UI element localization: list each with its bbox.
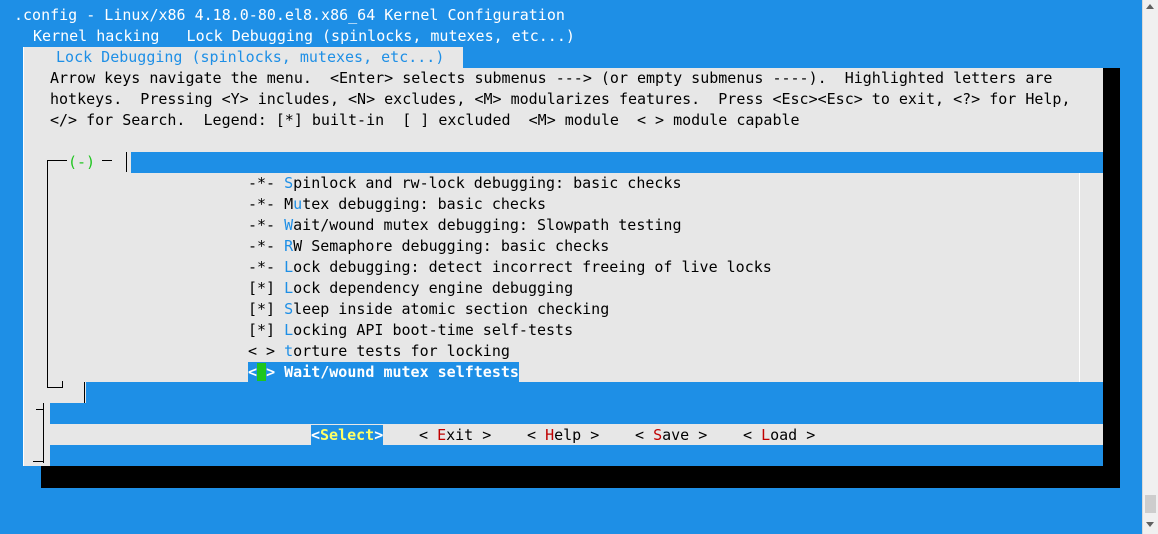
scroll-down-icon[interactable] <box>1146 522 1154 527</box>
help-button[interactable]: < Help > <box>527 425 599 446</box>
menu-box-border <box>84 382 85 403</box>
window-scrollbar[interactable] <box>1142 0 1158 534</box>
scroll-up-icon[interactable] <box>1146 4 1154 9</box>
menu-item[interactable]: -*- Spinlock and rw-lock debugging: basi… <box>248 173 681 194</box>
item-label: ait/wound mutex debugging: Slowpath test… <box>293 216 682 234</box>
dialog-border <box>33 461 44 462</box>
help-line-2: hotkeys. Pressing <Y> includes, <N> excl… <box>50 90 1071 108</box>
button-hotkey: L <box>761 426 771 444</box>
item-bracket: < <box>248 363 258 381</box>
item-hotkey: R <box>284 237 294 255</box>
scroll-indicator: (-) <box>68 153 96 171</box>
dialog-title-bar-fill <box>463 47 1103 68</box>
menu-item[interactable]: -*- Wait/wound mutex debugging: Slowpath… <box>248 215 681 236</box>
item-state: [*] <box>248 321 285 339</box>
menu-item[interactable]: -*- RW Semaphore debugging: basic checks <box>248 236 609 257</box>
dialog-title: Lock Debugging (spinlocks, mutexes, etc.… <box>47 48 454 66</box>
menu-item[interactable]: < > torture tests for locking <box>248 341 510 362</box>
dialog-border <box>36 409 44 410</box>
help-line-1: Arrow keys navigate the menu. <Enter> se… <box>50 69 1053 87</box>
item-hotkey: t <box>284 342 294 360</box>
item-hotkey: u <box>293 195 303 213</box>
menu-bottom-band <box>86 382 1103 403</box>
item-label: ocking API boot-time self-tests <box>293 321 574 339</box>
item-state: -*- M <box>248 195 294 213</box>
selection-cursor <box>257 363 267 381</box>
menu-box-border <box>62 381 63 388</box>
item-state: < > <box>248 342 285 360</box>
item-label: ock debugging: detect incorrect freeing … <box>293 258 772 276</box>
item-hotkey: L <box>284 258 294 276</box>
menu-item[interactable]: [*] Lock dependency engine debugging <box>248 278 573 299</box>
item-label: Wait/wound mutex selftests <box>284 363 519 381</box>
item-label: orture tests for locking <box>293 342 510 360</box>
button-bracket: > <box>374 426 384 444</box>
menu-box-border <box>47 160 48 388</box>
load-button[interactable]: < Load > <box>743 425 815 446</box>
button-bracket: < <box>527 426 546 444</box>
button-hotkey: S <box>653 426 663 444</box>
button-hotkey: E <box>437 426 447 444</box>
button-label: ave > <box>662 426 708 444</box>
button-bracket: < <box>743 426 762 444</box>
dialog-border <box>43 403 44 463</box>
item-bracket: > <box>266 363 285 381</box>
window-title: .config - Linux/x86 4.18.0-80.el8.x86_64… <box>14 6 565 24</box>
item-state: -*- <box>248 174 285 192</box>
menu-item[interactable]: -*- Lock debugging: detect incorrect fre… <box>248 257 772 278</box>
menu-box-border <box>47 160 67 161</box>
menu-item[interactable]: -*- Mutex debugging: basic checks <box>248 194 546 215</box>
separator-band <box>50 403 1103 424</box>
breadcrumb: Kernel hacking Lock Debugging (spinlocks… <box>24 27 575 45</box>
item-state: [*] <box>248 279 285 297</box>
save-button[interactable]: < Save > <box>635 425 707 446</box>
item-hotkey: S <box>284 300 294 318</box>
item-label: tex debugging: basic checks <box>302 195 547 213</box>
menu-box-border <box>1079 173 1080 382</box>
menu-box-border <box>47 387 63 388</box>
button-bracket: < <box>311 426 321 444</box>
menu-item[interactable]: [*] Sleep inside atomic section checking <box>248 299 609 320</box>
select-button[interactable]: <Select> <box>311 425 384 446</box>
button-label: xit > <box>446 426 492 444</box>
item-label: ock dependency engine debugging <box>293 279 574 297</box>
menu-box-border <box>102 160 112 161</box>
button-hotkey: H <box>545 426 555 444</box>
menu-item-selected[interactable]: < > Wait/wound mutex selftests <box>248 362 519 383</box>
item-state: -*- <box>248 216 285 234</box>
dialog-border <box>23 47 24 466</box>
button-bracket: < <box>419 426 438 444</box>
scrollbar-thumb[interactable] <box>1145 495 1156 513</box>
item-hotkey: S <box>284 174 294 192</box>
item-label: W Semaphore debugging: basic checks <box>293 237 610 255</box>
item-state: -*- <box>248 258 285 276</box>
item-state: -*- <box>248 237 285 255</box>
item-label: leep inside atomic section checking <box>293 300 610 318</box>
item-label: pinlock and rw-lock debugging: basic che… <box>293 174 682 192</box>
button-bracket: < <box>635 426 654 444</box>
menu-top-band <box>131 152 1103 173</box>
menu-box-border <box>126 152 127 172</box>
button-label: Select <box>320 426 375 444</box>
menu-item[interactable]: [*] Locking API boot-time self-tests <box>248 320 573 341</box>
item-state: [*] <box>248 300 285 318</box>
item-hotkey: W <box>284 216 294 234</box>
bottom-band <box>50 445 1103 466</box>
item-hotkey: L <box>284 279 294 297</box>
exit-button[interactable]: < Exit > <box>419 425 491 446</box>
button-label: elp > <box>554 426 600 444</box>
help-line-3: </> for Search. Legend: [*] built-in [ ]… <box>50 111 800 129</box>
item-hotkey: L <box>284 321 294 339</box>
button-label: oad > <box>770 426 816 444</box>
